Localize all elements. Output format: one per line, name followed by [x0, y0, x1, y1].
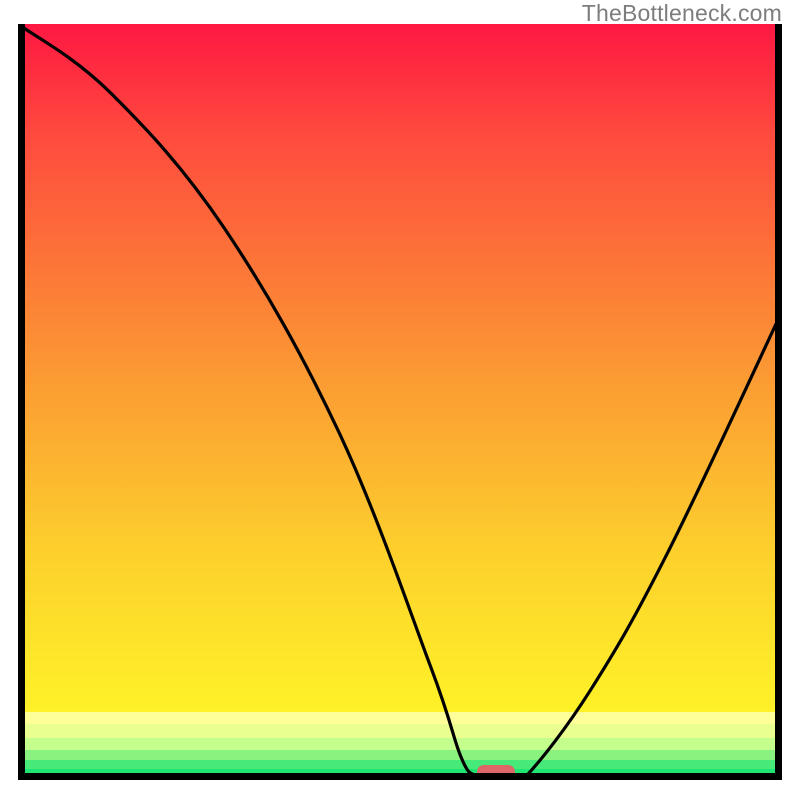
- optimum-marker: [477, 765, 515, 779]
- chart-frame: TheBottleneck.com: [0, 0, 800, 800]
- curve-path: [18, 24, 782, 780]
- watermark-text: TheBottleneck.com: [582, 0, 782, 27]
- plot-area: [18, 24, 782, 780]
- bottleneck-curve: [18, 24, 782, 780]
